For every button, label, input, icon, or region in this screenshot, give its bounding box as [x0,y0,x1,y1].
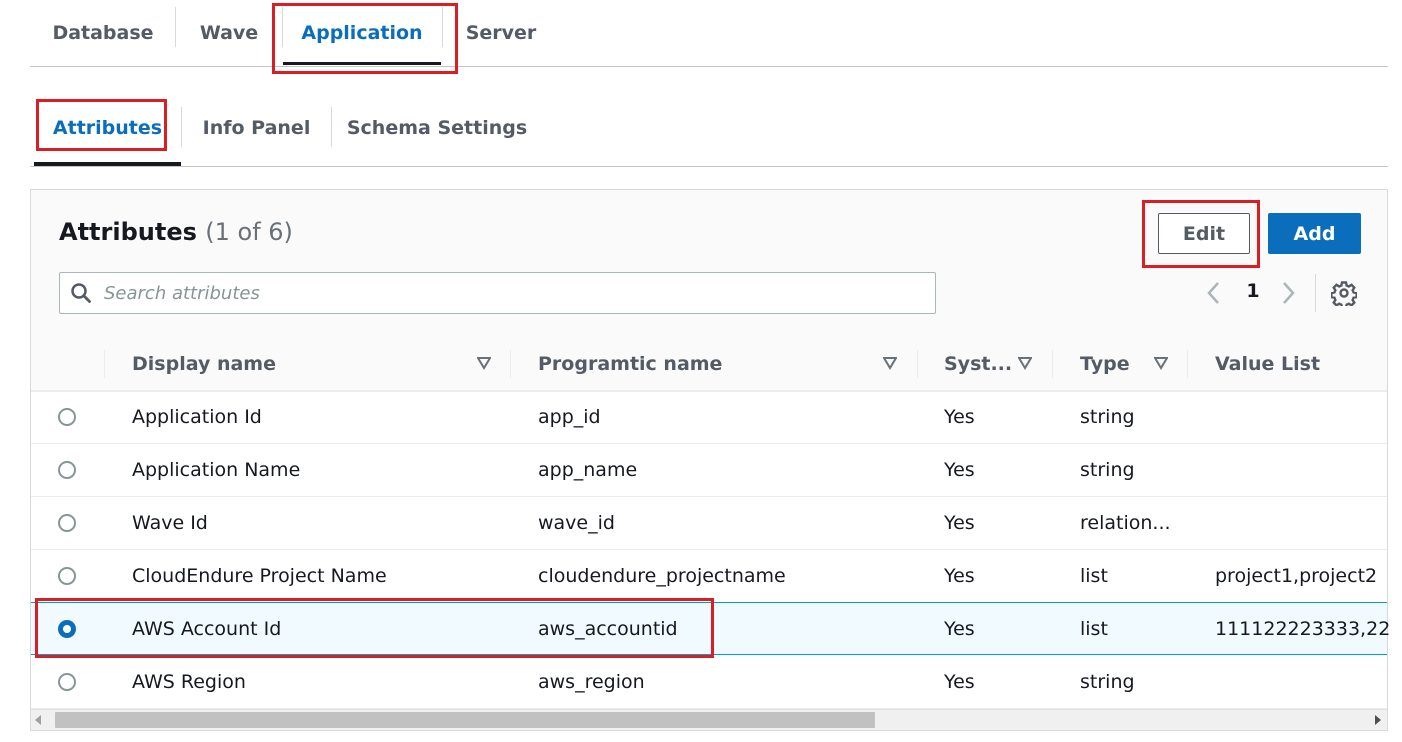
row-radio[interactable] [58,673,76,691]
column-header-system[interactable]: Syst... [944,338,1012,390]
cell-programmatic-name: aws_accountid [538,618,678,640]
cell-system: Yes [944,618,975,640]
cell-type: string [1080,459,1135,481]
panel-title-text: Attributes [59,218,197,246]
attributes-panel: Attributes (1 of 6) Edit Add 1 [30,189,1389,731]
sort-icon[interactable] [883,356,897,370]
tab-info-panel[interactable]: Info Panel [182,90,331,166]
column-header-display-name[interactable]: Display name [132,338,276,390]
table-row[interactable]: AWS Region aws_region Yes string [31,656,1387,709]
column-header-type[interactable]: Type [1080,338,1130,390]
cell-type: list [1080,618,1108,640]
pagination-divider [1315,274,1316,312]
column-header-value-list[interactable]: Value List [1215,338,1320,390]
cell-display-name: Application Id [132,406,262,428]
cell-display-name: AWS Region [132,671,246,693]
cell-system: Yes [944,406,975,428]
page-number[interactable]: 1 [1243,280,1263,302]
table-header: Display name Programtic name Syst... Typ… [31,338,1387,392]
table-row-selected[interactable]: AWS Account Id aws_accountid Yes list 11… [31,602,1389,655]
row-radio[interactable] [58,514,76,532]
column-divider [104,350,105,378]
cell-value-list [1215,497,1389,549]
row-radio[interactable] [58,408,76,426]
tab-attributes[interactable]: Attributes [34,90,181,166]
cell-value-list: project1,project2 [1215,565,1378,587]
tab-wave[interactable]: Wave [176,0,282,66]
table-row[interactable]: Application Name app_name Yes string [31,444,1387,497]
cell-programmatic-name: app_name [538,459,638,481]
cell-type: relation... [1080,512,1171,534]
cell-display-name: AWS Account Id [132,618,282,640]
active-subtab-indicator [34,162,181,166]
column-divider [1052,350,1053,378]
search-icon [71,283,91,303]
tab-schema-settings[interactable]: Schema Settings [332,90,542,166]
panel-header: Attributes (1 of 6) Edit Add 1 [31,190,1387,339]
column-divider [917,350,918,378]
cell-display-name: Application Name [132,459,301,481]
panel-count: (1 of 6) [205,218,293,246]
sort-icon[interactable] [477,356,491,370]
cell-system: Yes [944,459,975,481]
cell-value-list [1215,656,1389,708]
cell-display-name: Wave Id [132,512,208,534]
tab-application[interactable]: Application [283,0,441,66]
gear-icon[interactable] [1331,280,1357,306]
column-divider [1187,350,1188,378]
cell-system: Yes [944,671,975,693]
cell-display-name: CloudEndure Project Name [132,565,387,587]
edit-button[interactable]: Edit [1158,213,1250,254]
cell-programmatic-name: cloudendure_projectname [538,565,786,587]
search-input[interactable] [104,273,924,313]
cell-system: Yes [944,565,975,587]
horizontal-scrollbar[interactable] [31,709,1387,730]
panel-title: Attributes (1 of 6) [59,218,293,246]
cell-type: list [1080,565,1108,587]
scroll-left-arrow-icon[interactable] [35,715,41,725]
active-tab-indicator [283,62,441,65]
row-radio[interactable] [58,461,76,479]
add-button[interactable]: Add [1268,213,1361,254]
row-radio-selected[interactable] [58,620,76,638]
cell-programmatic-name: aws_region [538,671,645,693]
cell-programmatic-name: wave_id [538,512,615,534]
sort-icon[interactable] [1018,356,1032,370]
column-divider [510,350,511,378]
sort-icon[interactable] [1154,356,1168,370]
tab-server[interactable]: Server [443,0,559,66]
column-header-programmatic-name[interactable]: Programtic name [538,338,722,390]
cell-value-list [1215,444,1389,496]
cell-type: string [1080,671,1135,693]
cell-value-list: 111122223333,2222 [1215,618,1389,640]
row-radio[interactable] [58,567,76,585]
cell-system: Yes [944,512,975,534]
cell-type: string [1080,406,1135,428]
search-box[interactable] [59,272,936,314]
chevron-left-icon[interactable] [1203,280,1225,306]
scroll-right-arrow-icon[interactable] [1375,715,1381,725]
table-row[interactable]: Wave Id wave_id Yes relation... [31,497,1387,550]
chevron-right-icon[interactable] [1277,280,1299,306]
cell-value-list [1215,391,1389,443]
cell-programmatic-name: app_id [538,406,601,428]
tab-database[interactable]: Database [30,0,176,66]
scrollbar-thumb[interactable] [55,712,875,728]
table-row[interactable]: Application Id app_id Yes string [31,391,1387,444]
table-row[interactable]: CloudEndure Project Name cloudendure_pro… [31,550,1387,603]
